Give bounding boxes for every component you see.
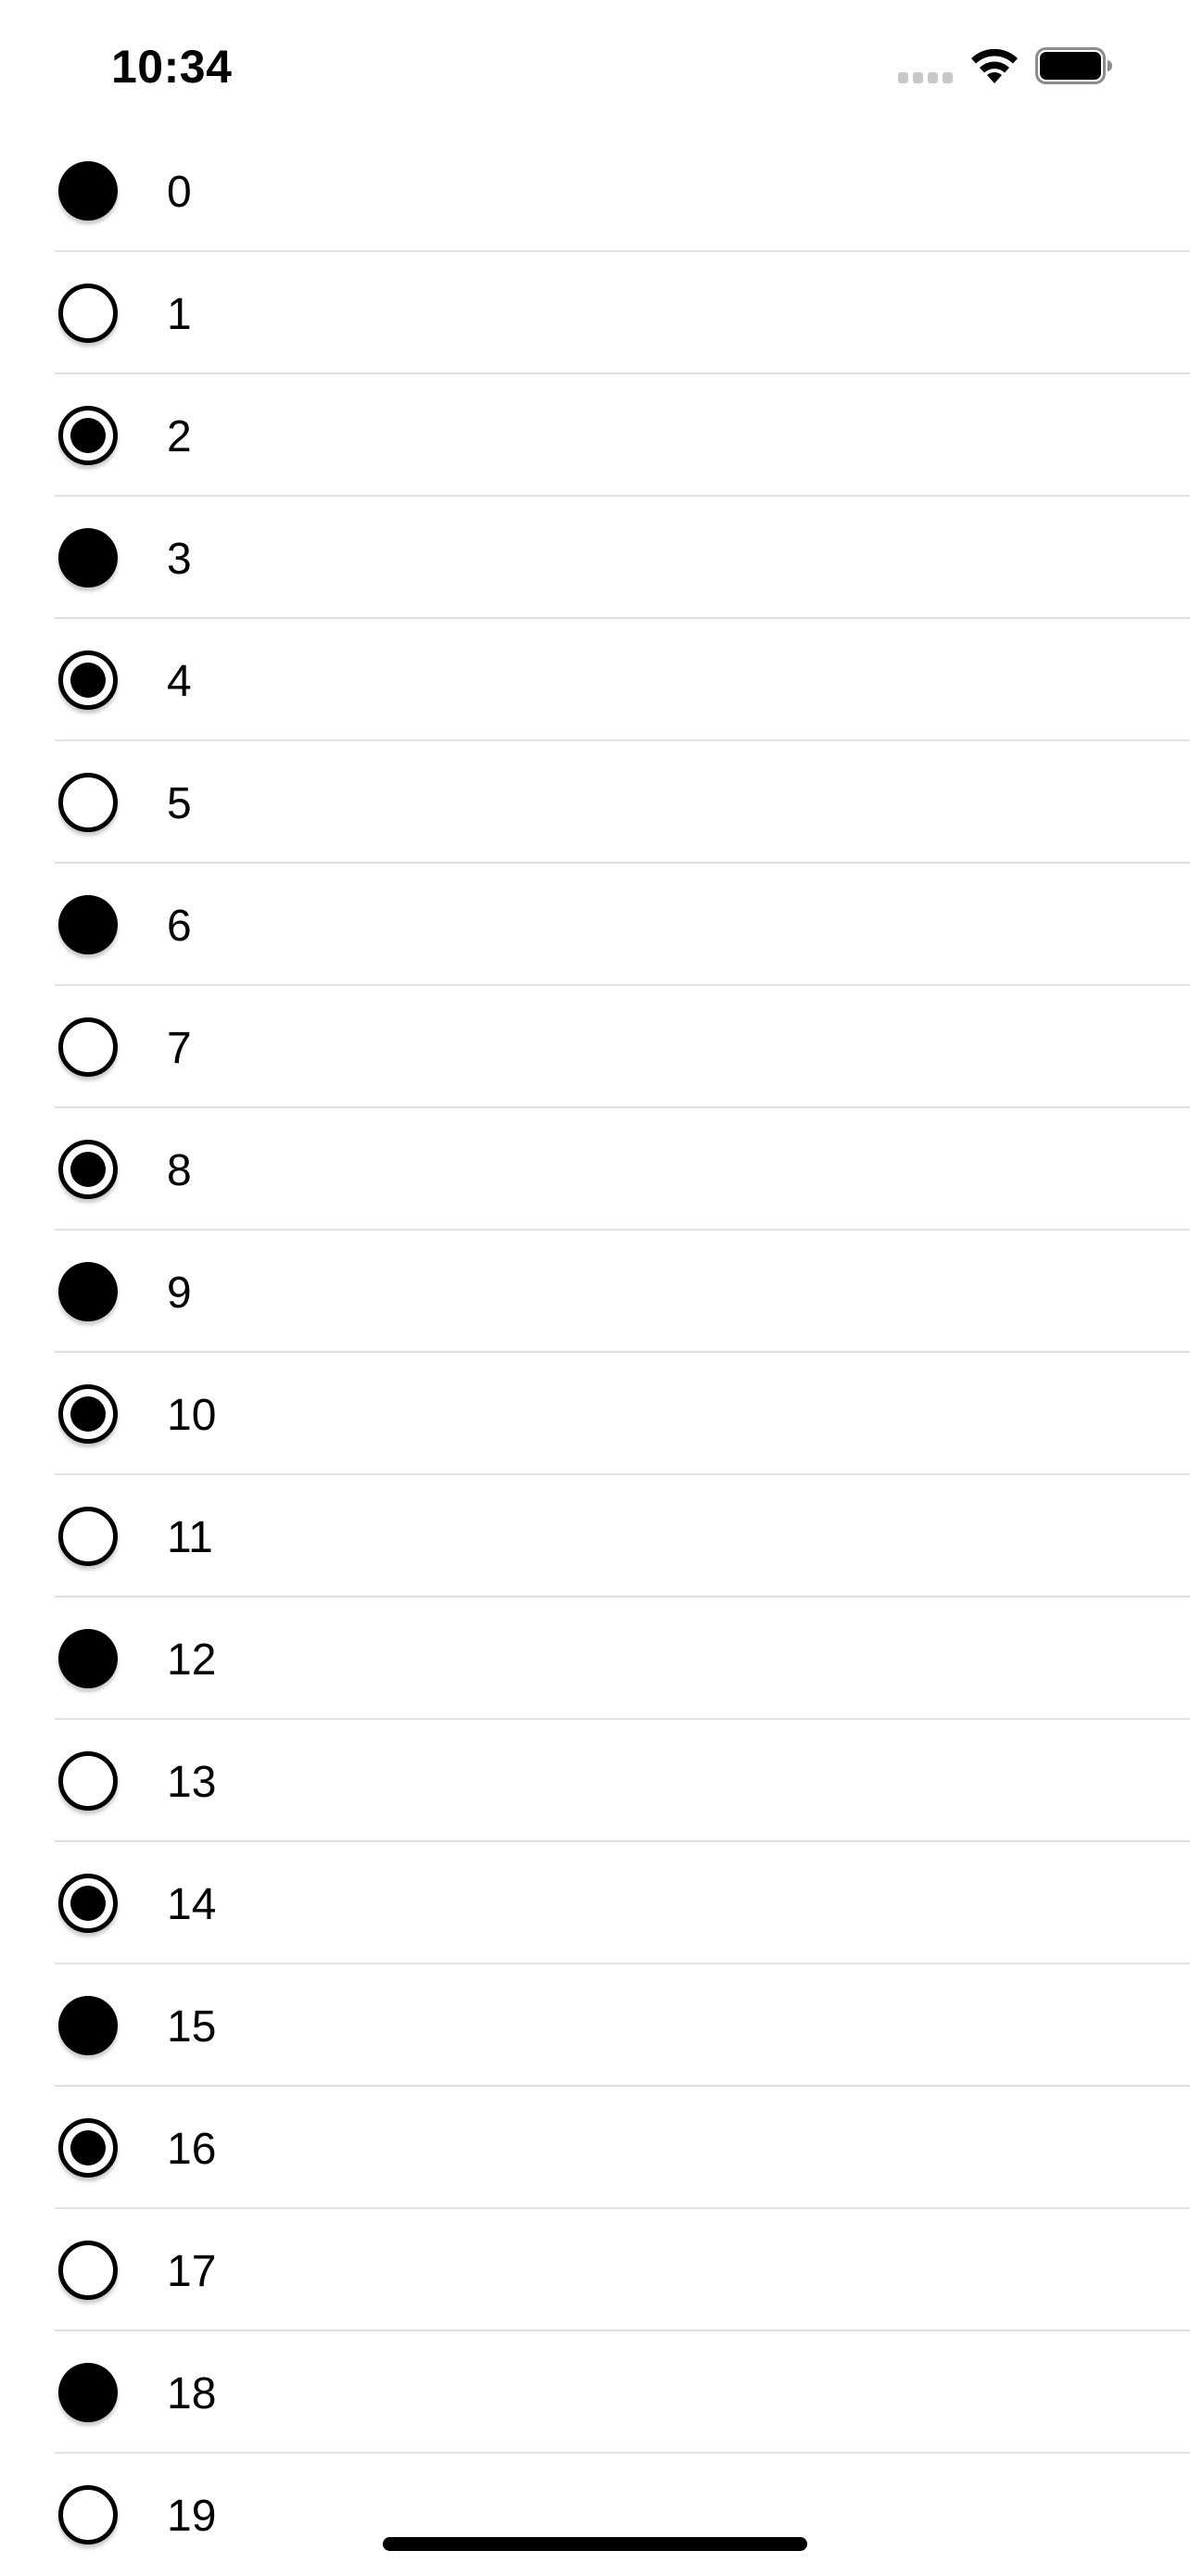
list-item-label: 10	[167, 1391, 217, 1440]
radio-empty-icon[interactable]	[58, 1751, 118, 1811]
radio-empty-icon[interactable]	[58, 2485, 118, 2544]
list-item-label: 6	[167, 902, 192, 951]
list-item-label: 18	[167, 2369, 217, 2418]
list-item-label: 8	[167, 1146, 192, 1195]
list-item-label: 1	[167, 290, 192, 339]
list-item[interactable]: 1	[0, 252, 1190, 374]
list-item[interactable]: 4	[0, 619, 1190, 741]
list-item[interactable]: 0	[0, 130, 1190, 252]
radio-dot-icon[interactable]	[58, 1384, 118, 1444]
list-item-label: 19	[167, 2492, 217, 2541]
list-item[interactable]: 2	[0, 374, 1190, 497]
cellular-signal-icon	[898, 72, 954, 83]
list-item-label: 2	[167, 412, 192, 461]
wifi-icon	[971, 48, 1018, 83]
radio-empty-icon[interactable]	[58, 1017, 118, 1077]
radio-dot-icon[interactable]	[58, 406, 118, 465]
list-item[interactable]: 13	[0, 1720, 1190, 1842]
list-item-label: 13	[167, 1758, 217, 1807]
list-item[interactable]: 10	[0, 1353, 1190, 1475]
radio-filled-icon[interactable]	[58, 2363, 118, 2422]
list-item[interactable]: 18	[0, 2331, 1190, 2454]
radio-filled-icon[interactable]	[58, 1262, 118, 1321]
list-item[interactable]: 5	[0, 741, 1190, 864]
list-item[interactable]: 11	[0, 1475, 1190, 1597]
radio-dot-icon[interactable]	[58, 650, 118, 710]
list-item-label: 16	[167, 2125, 217, 2174]
status-bar: 10:34	[0, 0, 1190, 135]
radio-dot-icon[interactable]	[58, 2118, 118, 2178]
radio-dot-icon[interactable]	[58, 1140, 118, 1199]
status-time: 10:34	[111, 41, 233, 93]
list-item[interactable]: 16	[0, 2087, 1190, 2209]
list-item[interactable]: 17	[0, 2209, 1190, 2331]
list-item[interactable]: 7	[0, 986, 1190, 1108]
radio-filled-icon[interactable]	[58, 161, 118, 221]
battery-full-icon	[1035, 47, 1112, 84]
list-item-label: 4	[167, 657, 192, 706]
list-item[interactable]: 8	[0, 1108, 1190, 1231]
list-item[interactable]: 19	[0, 2454, 1190, 2576]
radio-filled-icon[interactable]	[58, 1996, 118, 2055]
list-item-label: 9	[167, 1269, 192, 1318]
radio-filled-icon[interactable]	[58, 528, 118, 587]
radio-filled-icon[interactable]	[58, 1629, 118, 1688]
list-item-label: 11	[167, 1513, 213, 1562]
list-item-label: 3	[167, 535, 192, 584]
list-item[interactable]: 3	[0, 497, 1190, 619]
list-item-label: 5	[167, 779, 192, 828]
home-indicator[interactable]	[383, 2537, 807, 2551]
list-item[interactable]: 14	[0, 1842, 1190, 1964]
list-item-label: 7	[167, 1024, 192, 1073]
radio-empty-icon[interactable]	[58, 1507, 118, 1566]
list-item[interactable]: 12	[0, 1597, 1190, 1720]
list-item-label: 14	[167, 1880, 217, 1929]
list-item-label: 17	[167, 2247, 217, 2296]
list-item[interactable]: 6	[0, 864, 1190, 986]
radio-empty-icon[interactable]	[58, 284, 118, 343]
radio-list: 0 1 2 3 4 5 6 7 8 9 10 11 12 13 14 15 16 17 18 19	[0, 130, 1190, 2576]
list-item-label: 12	[167, 1635, 217, 1685]
radio-empty-icon[interactable]	[58, 2241, 118, 2300]
radio-dot-icon[interactable]	[58, 1874, 118, 1933]
list-item-label: 15	[167, 2002, 217, 2052]
radio-filled-icon[interactable]	[58, 895, 118, 954]
list-item-label: 0	[167, 168, 192, 217]
list-item[interactable]: 15	[0, 1964, 1190, 2087]
list-item[interactable]: 9	[0, 1231, 1190, 1353]
radio-empty-icon[interactable]	[58, 773, 118, 832]
